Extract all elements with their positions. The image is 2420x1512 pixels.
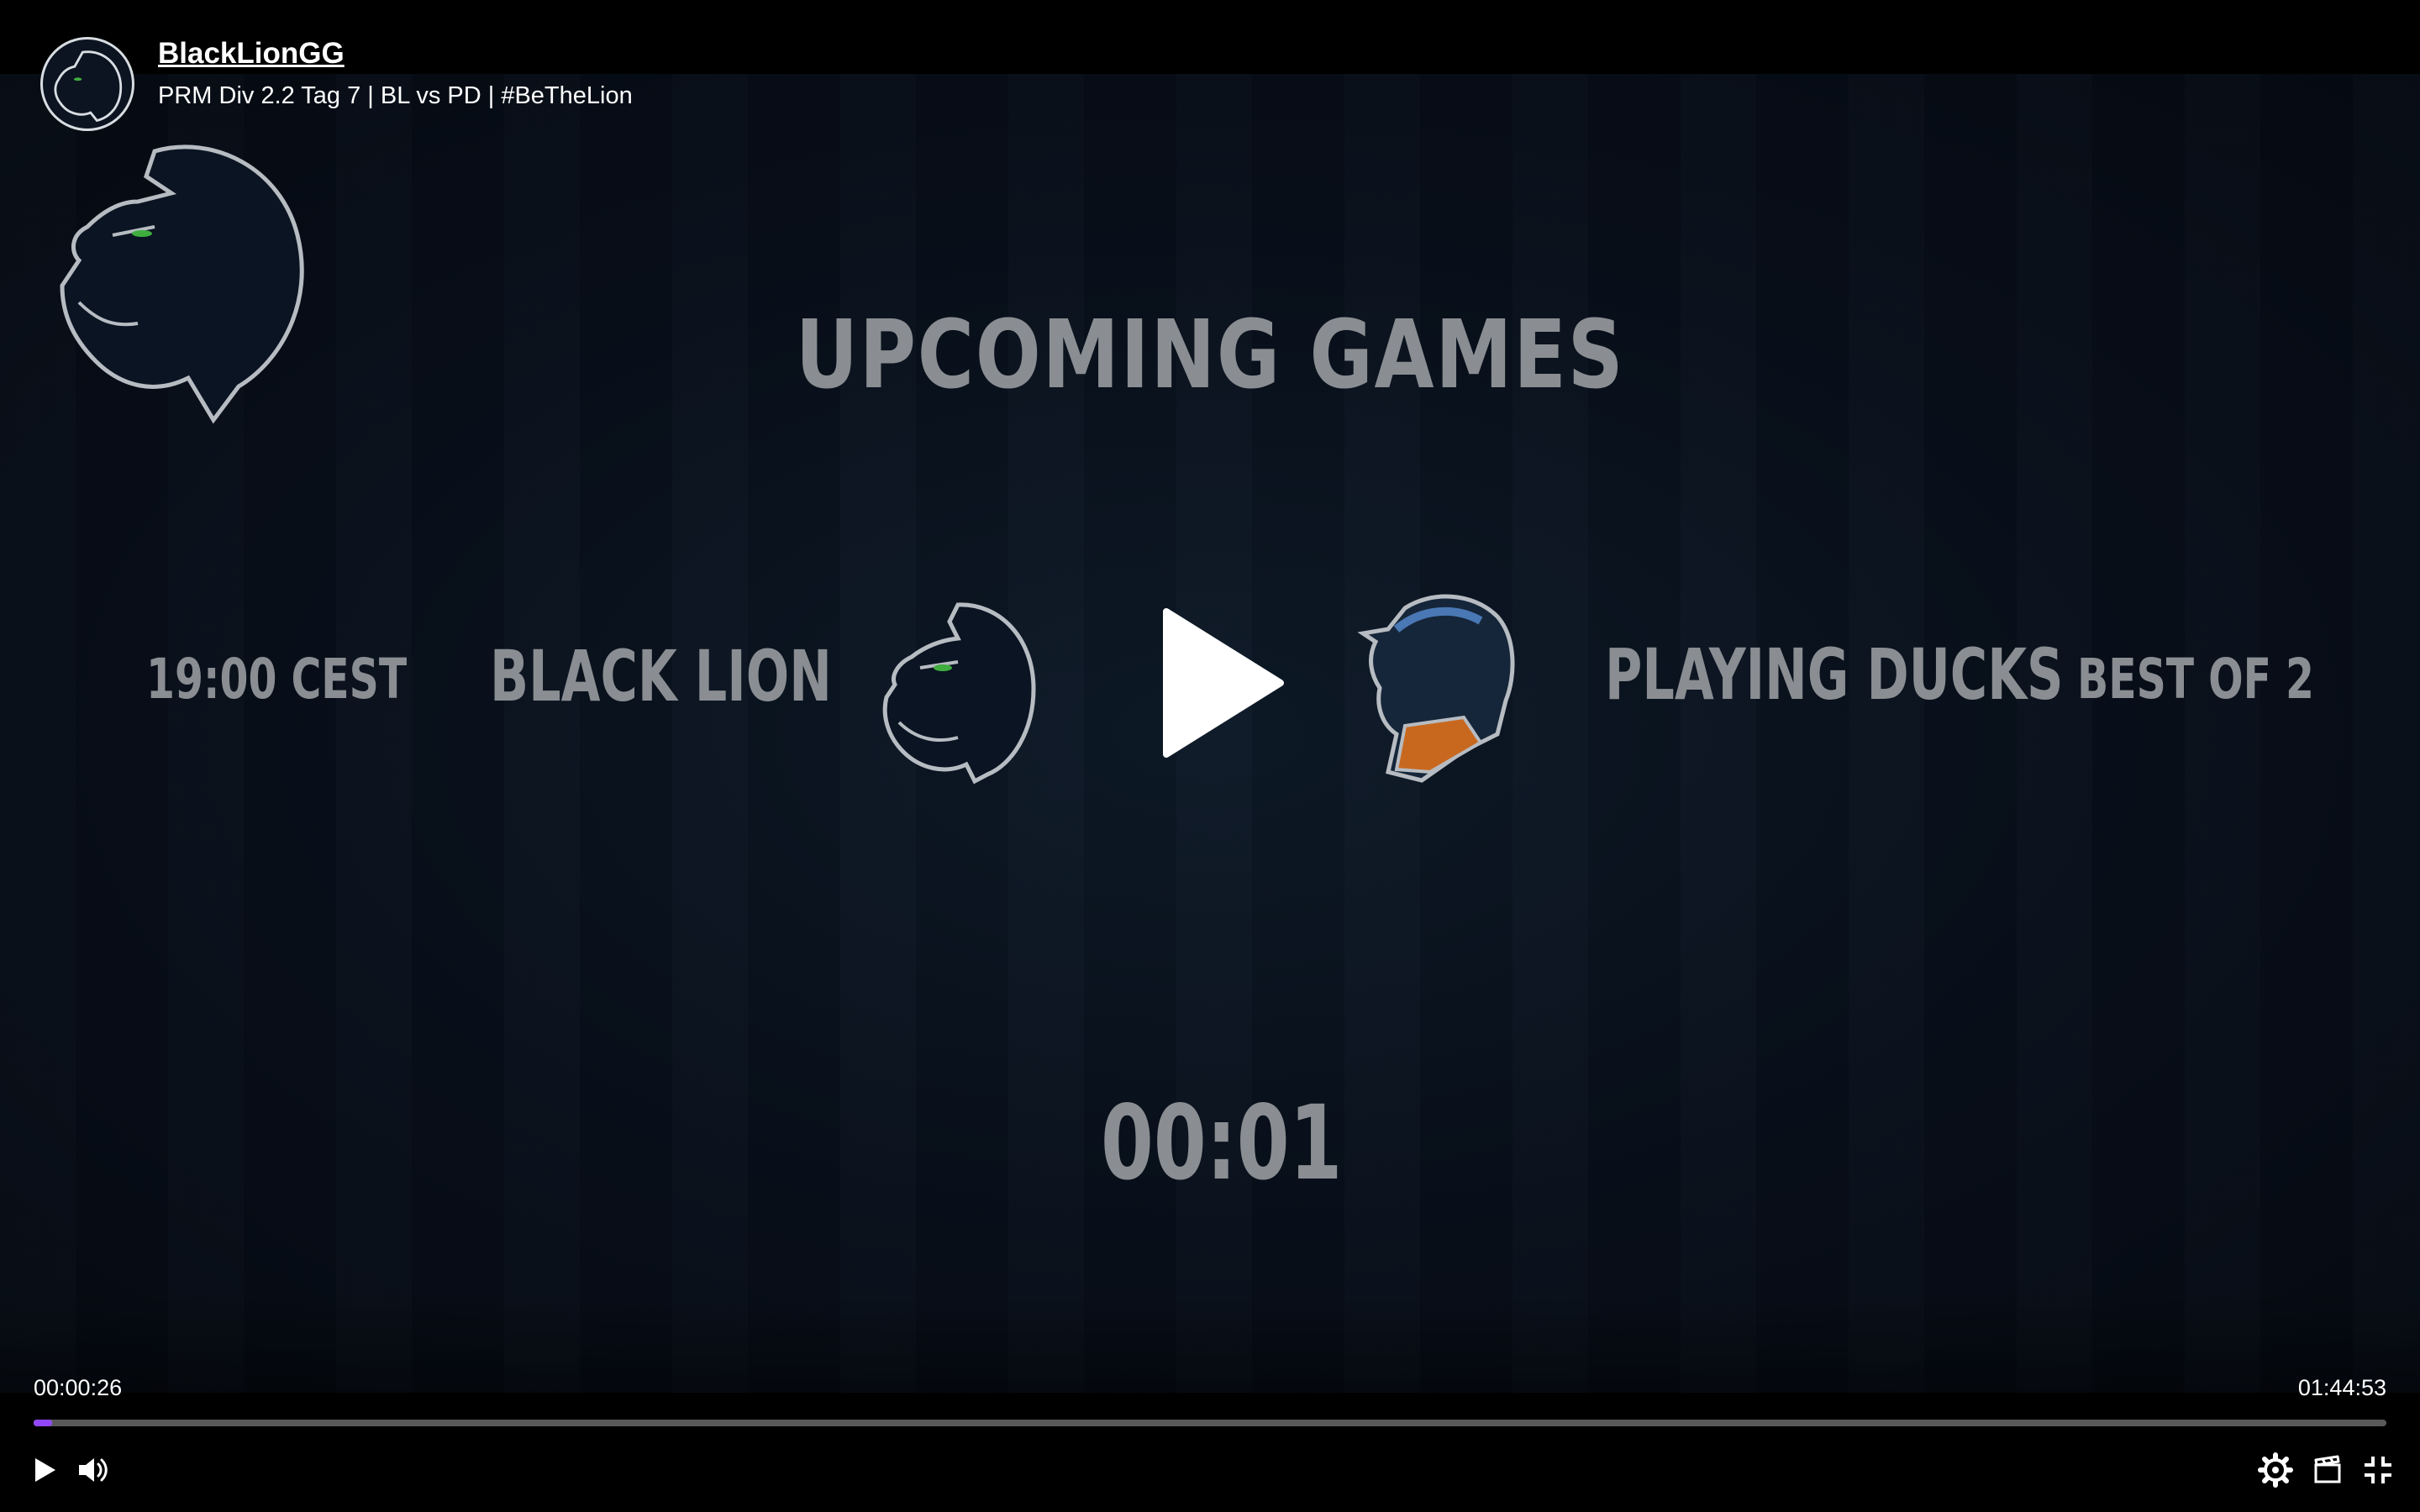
play-icon-large[interactable] bbox=[1160, 603, 1287, 763]
team-b-name: PLAYING DUCKS bbox=[1605, 633, 2064, 716]
countdown-timer: 00:01 bbox=[1101, 1084, 1343, 1203]
seek-bar[interactable] bbox=[34, 1420, 2386, 1426]
current-time: 00:00:26 bbox=[34, 1375, 123, 1400]
team-a-name: BLACK LION bbox=[490, 635, 832, 717]
stream-title: PRM Div 2.2 Tag 7 | BL vs PD | #BeTheLio… bbox=[158, 82, 633, 109]
video-duration: 01:44:53 bbox=[2297, 1375, 2386, 1400]
black-lion-logo bbox=[882, 602, 1036, 785]
exit-fullscreen-icon[interactable] bbox=[2360, 1452, 2396, 1488]
match-format: BEST OF 2 bbox=[2077, 647, 2314, 711]
match-time: 19:00 CEST bbox=[146, 647, 408, 711]
play-icon[interactable] bbox=[25, 1452, 62, 1488]
playing-ducks-logo bbox=[1357, 594, 1515, 783]
lion-avatar-icon bbox=[54, 50, 123, 123]
overlay-heading: UPCOMING GAMES bbox=[795, 301, 1625, 410]
top-bar bbox=[0, 0, 2420, 74]
clip-icon[interactable] bbox=[2309, 1452, 2346, 1488]
played-bar bbox=[34, 1420, 53, 1426]
channel-name-link[interactable]: BlackLionGG bbox=[158, 37, 345, 71]
channel-avatar[interactable] bbox=[40, 37, 134, 131]
volume-icon[interactable] bbox=[74, 1452, 111, 1488]
settings-icon[interactable] bbox=[2257, 1452, 2294, 1488]
controls-gradient bbox=[0, 1294, 2420, 1512]
